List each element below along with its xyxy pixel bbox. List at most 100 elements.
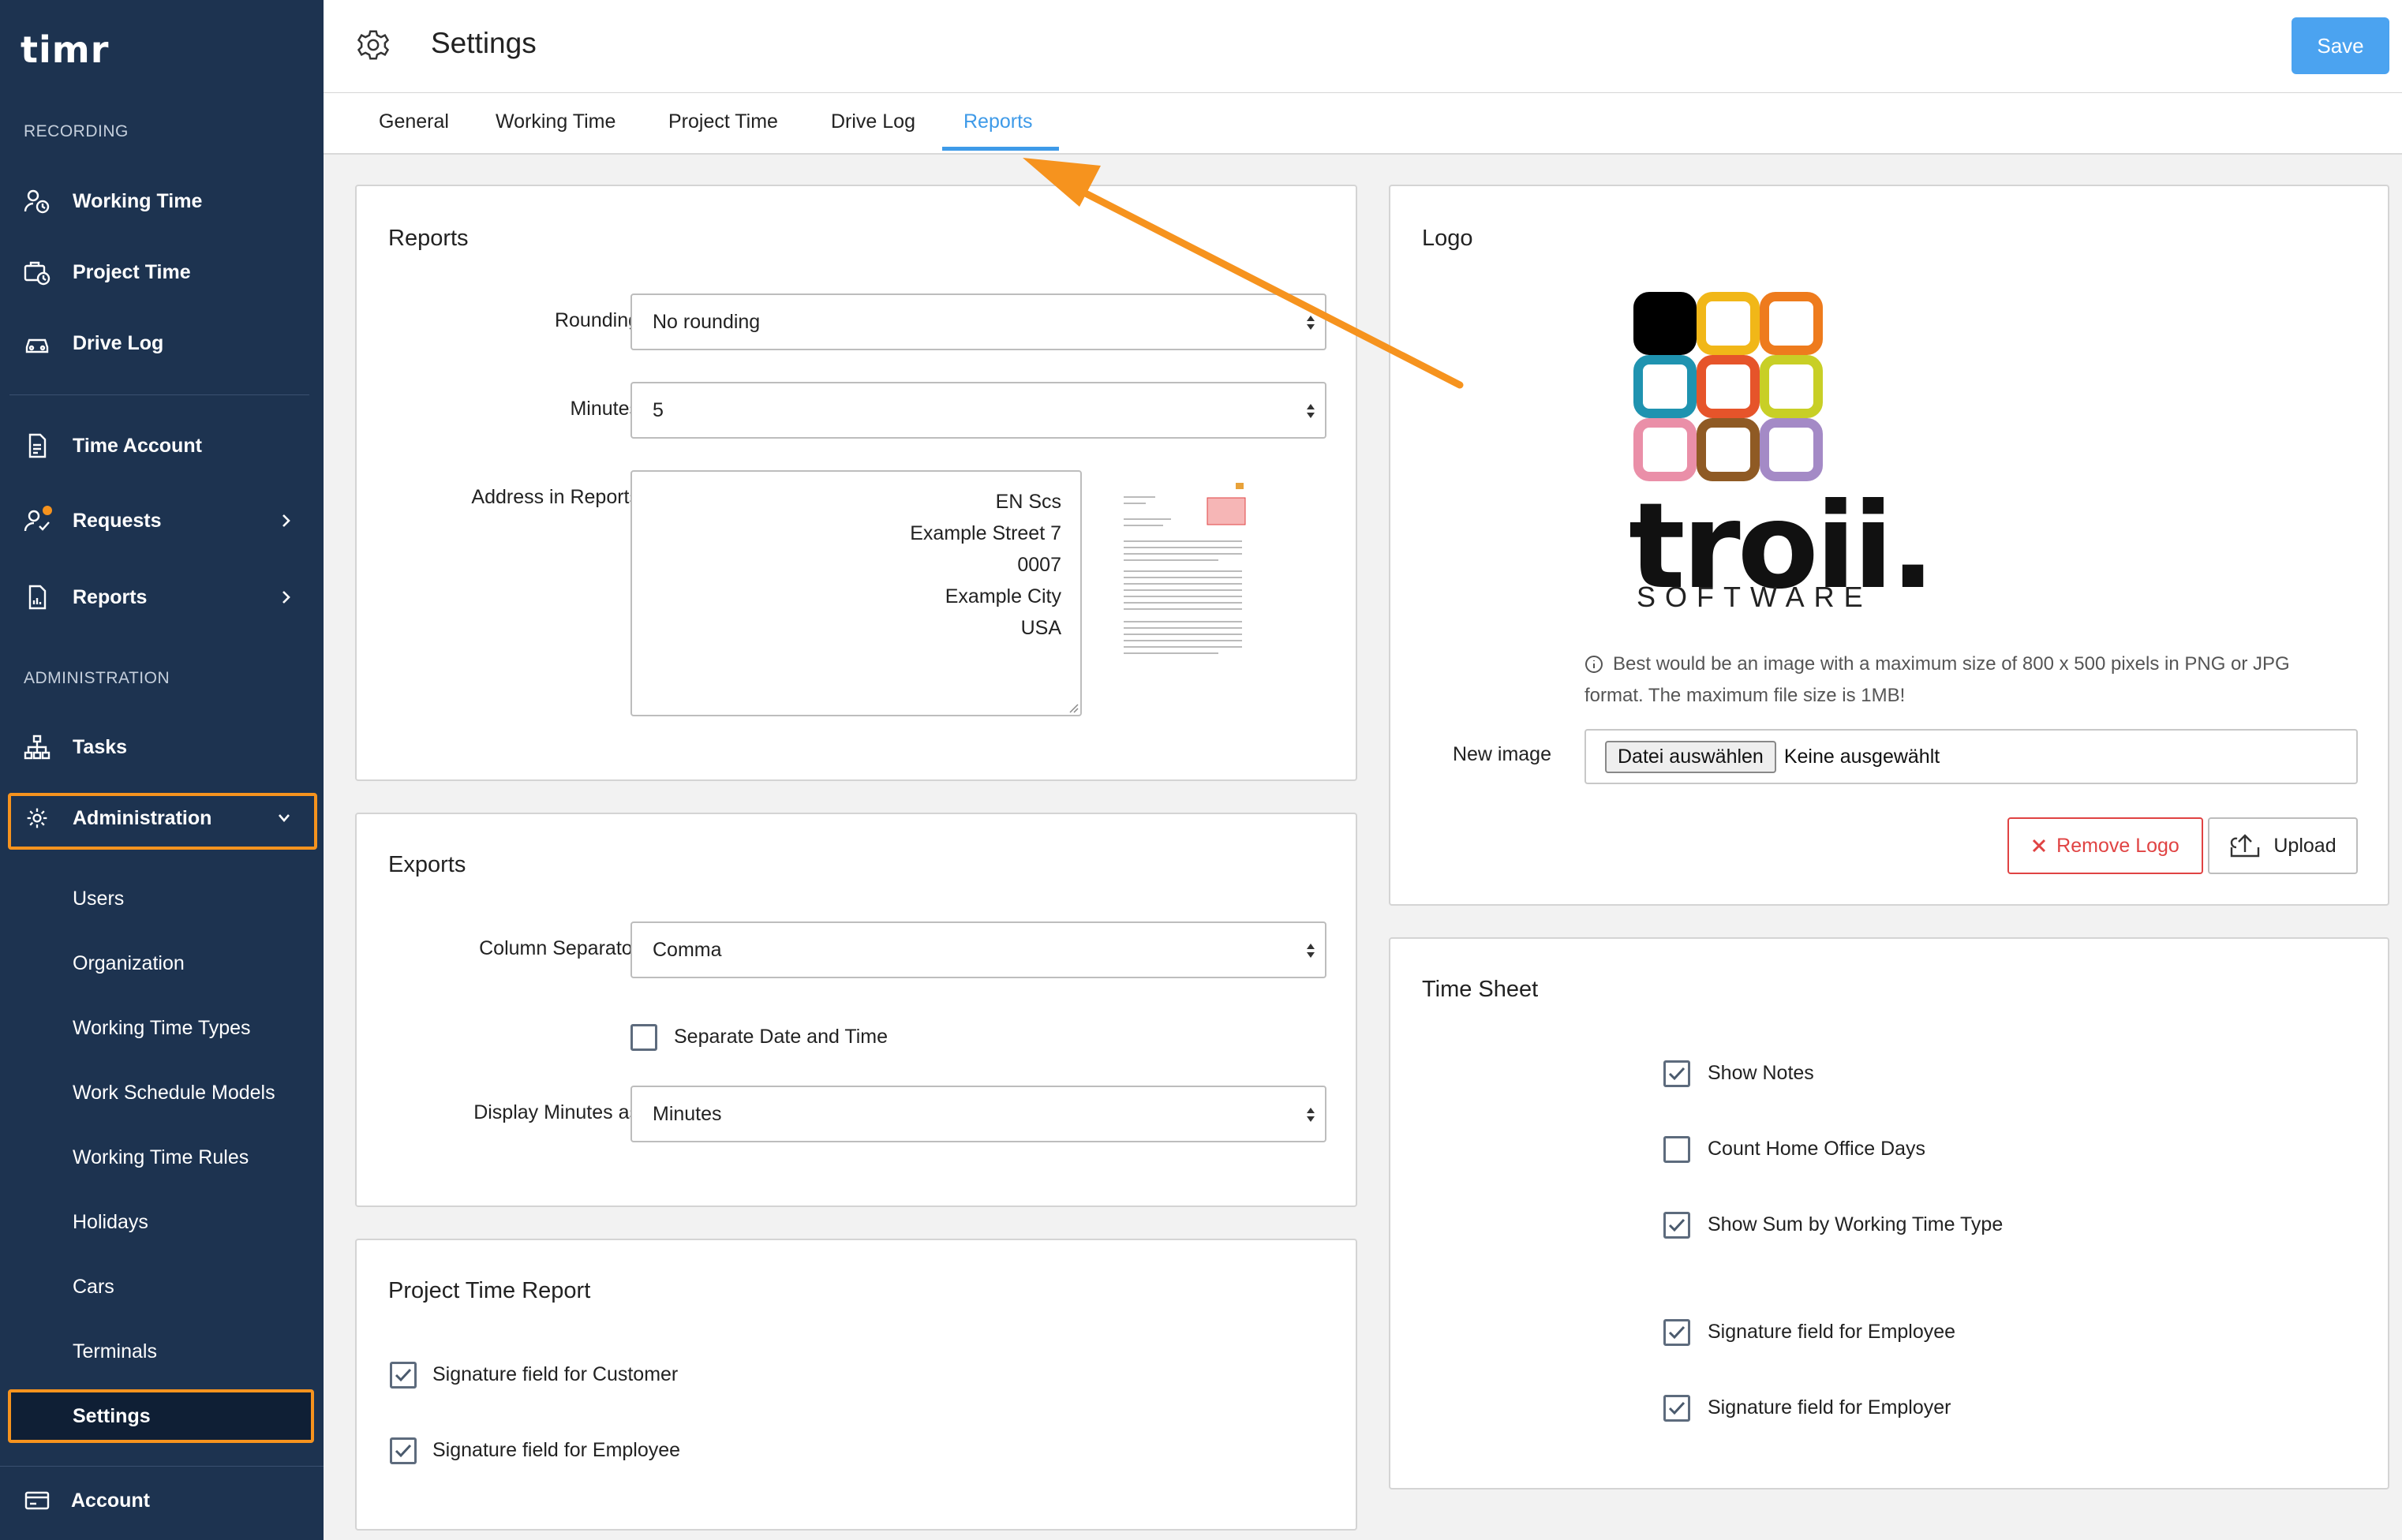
sidebar-item-label: Reports (73, 585, 148, 608)
project-time-report-title: Project Time Report (388, 1278, 591, 1303)
troii-subtitle: SOFTWARE (1637, 581, 1873, 613)
show-sum-checkbox[interactable] (1663, 1212, 1690, 1239)
sidebar-divider (9, 394, 309, 395)
hierarchy-icon (24, 734, 51, 761)
sidebar-item-administration[interactable]: Administration (0, 794, 324, 842)
reports-panel: Reports Rounding No rounding Minutes 5 A… (355, 185, 1357, 781)
tab-reports[interactable]: Reports (963, 110, 1033, 133)
sidebar-item-account[interactable]: Account (0, 1477, 324, 1524)
signature-employee-checkbox[interactable] (390, 1437, 417, 1464)
upload-icon (2229, 833, 2261, 858)
show-sum-label: Show Sum by Working Time Type (1708, 1213, 2004, 1235)
rounding-value: No rounding (653, 310, 761, 333)
address-textarea[interactable]: EN Scs Example Street 7 0007 Example Cit… (630, 470, 1082, 716)
remove-logo-button[interactable]: Remove Logo (2007, 817, 2203, 874)
page-header: Settings Save (324, 0, 2402, 93)
sidebar-divider (0, 1466, 324, 1467)
display-minutes-value: Minutes (653, 1102, 722, 1125)
upload-button[interactable]: Upload (2208, 817, 2358, 874)
briefcase-clock-icon (24, 259, 51, 286)
administration-section-label: ADMINISTRATION (24, 669, 170, 687)
timr-logo[interactable]: timr (21, 28, 109, 71)
tab-general[interactable]: General (379, 110, 449, 133)
logo-tile (1697, 355, 1760, 418)
exports-panel: Exports Column Separator Comma Separate … (355, 813, 1357, 1207)
logo-panel-title: Logo (1422, 226, 1473, 251)
logo-tile (1760, 418, 1823, 481)
sidebar-item-tasks[interactable]: Tasks (0, 723, 324, 771)
signature-customer-label: Signature field for Customer (432, 1363, 679, 1385)
settings-highlight (8, 1389, 314, 1443)
sidebar-item-project-time[interactable]: Project Time (0, 249, 324, 296)
sidebar-item-time-account[interactable]: Time Account (0, 422, 324, 469)
sidebar-sub-working-time-types[interactable]: Working Time Types (73, 1017, 251, 1040)
save-button[interactable]: Save (2292, 17, 2389, 74)
logo-tile (1633, 292, 1697, 355)
sidebar-sub-organization[interactable]: Organization (73, 952, 185, 975)
tab-drive-log[interactable]: Drive Log (831, 110, 915, 133)
sidebar-item-label: Account (71, 1489, 150, 1512)
tab-working-time[interactable]: Working Time (496, 110, 615, 133)
select-arrows-icon (1304, 312, 1317, 333)
column-separator-value: Comma (653, 938, 722, 961)
tab-project-time[interactable]: Project Time (668, 110, 778, 133)
sidebar-item-working-time[interactable]: Working Time (0, 178, 324, 225)
column-separator-select[interactable]: Comma (630, 921, 1326, 978)
count-home-office-checkbox[interactable] (1663, 1136, 1690, 1163)
report-icon (24, 584, 51, 611)
gear-icon (357, 28, 390, 62)
sidebar-sub-cars[interactable]: Cars (73, 1276, 114, 1299)
sidebar-item-label: Project Time (73, 260, 191, 283)
file-input[interactable]: Datei auswählen Keine ausgewählt (1584, 729, 2358, 784)
signature-employee-checkbox[interactable] (1663, 1319, 1690, 1346)
info-icon (1584, 655, 1603, 674)
sidebar-item-label: Drive Log (73, 331, 164, 354)
sidebar-item-label: Working Time (73, 189, 203, 212)
brand-name: timr (21, 28, 110, 71)
sidebar-sub-holidays[interactable]: Holidays (73, 1211, 148, 1234)
signature-customer-checkbox[interactable] (390, 1362, 417, 1389)
sidebar-sub-working-time-rules[interactable]: Working Time Rules (73, 1146, 249, 1169)
address-line: USA (1020, 617, 1061, 639)
upload-label: Upload (2273, 834, 2337, 857)
select-arrows-icon (1304, 1105, 1317, 1125)
choose-file-button[interactable]: Datei auswählen (1605, 740, 1776, 773)
time-sheet-title: Time Sheet (1422, 977, 1539, 1002)
minutes-label: Minutes (570, 398, 639, 420)
logo-info-line2: format. The maximum file size is 1MB! (1584, 685, 1906, 706)
logo-tile (1760, 292, 1823, 355)
signature-employer-checkbox[interactable] (1663, 1395, 1690, 1422)
minutes-select[interactable]: 5 (630, 382, 1326, 439)
file-status: Keine ausgewählt (1783, 745, 1940, 768)
sidebar-item-label: Administration (73, 806, 212, 829)
show-notes-checkbox[interactable] (1663, 1060, 1690, 1087)
logo-tile (1633, 355, 1697, 418)
logo-panel: Logo troii. SOFTWARE Best would be an im… (1389, 185, 2389, 906)
sidebar-sub-work-schedule-models[interactable]: Work Schedule Models (73, 1082, 275, 1105)
sidebar-item-reports[interactable]: Reports (0, 574, 324, 621)
signature-employee-label: Signature field for Employee (1708, 1321, 1956, 1343)
chevron-down-icon (276, 794, 292, 842)
credit-card-icon (24, 1487, 51, 1514)
car-icon (24, 330, 51, 357)
separate-date-time-checkbox[interactable] (630, 1024, 657, 1051)
remove-logo-label: Remove Logo (2056, 834, 2179, 857)
project-time-report-panel: Project Time Report Signature field for … (355, 1239, 1357, 1531)
close-icon (2031, 838, 2047, 854)
sidebar-sub-settings[interactable]: Settings (73, 1405, 151, 1428)
sidebar-item-drive-log[interactable]: Drive Log (0, 320, 324, 367)
display-minutes-select[interactable]: Minutes (630, 1086, 1326, 1142)
rounding-label: Rounding (554, 309, 639, 331)
sidebar-item-requests[interactable]: Requests (0, 497, 324, 544)
time-sheet-panel: Time Sheet Show Notes Count Home Office … (1389, 937, 2389, 1490)
address-label: Address in Reports (471, 486, 639, 508)
minutes-value: 5 (653, 398, 664, 421)
sidebar-sub-terminals[interactable]: Terminals (73, 1340, 157, 1363)
signature-employee-label: Signature field for Employee (432, 1439, 681, 1461)
separate-date-time-label: Separate Date and Time (674, 1026, 888, 1048)
select-arrows-icon (1304, 401, 1317, 421)
rounding-select[interactable]: No rounding (630, 293, 1326, 350)
troii-logo-image (1633, 292, 1831, 489)
resize-handle-icon[interactable] (1068, 702, 1079, 713)
sidebar-sub-users[interactable]: Users (73, 888, 124, 910)
